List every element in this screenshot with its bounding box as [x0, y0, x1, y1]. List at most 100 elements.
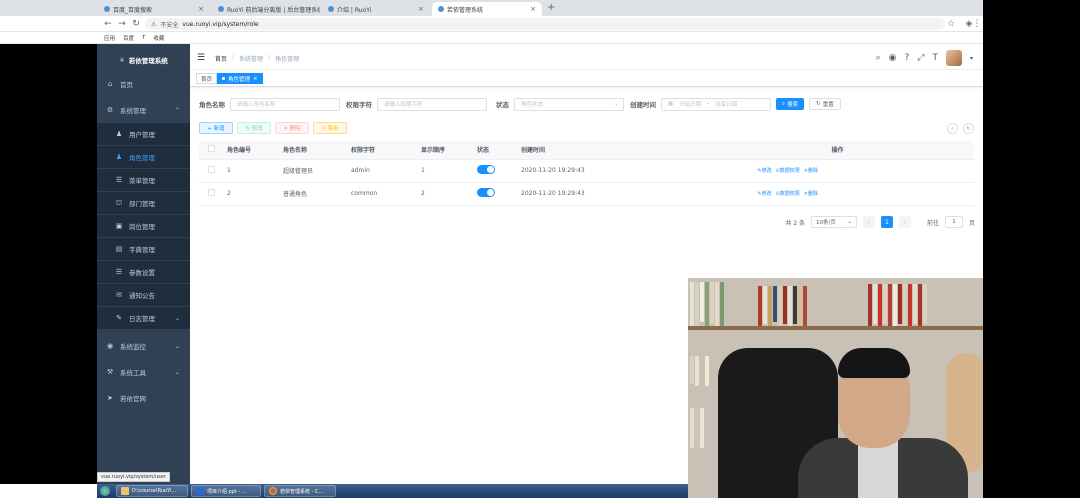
home-icon: ⌂ — [107, 80, 113, 88]
page-size-select[interactable]: 10条/页 ⌄ — [810, 216, 857, 228]
sidebar-item-user[interactable]: ♟ 用户管理 — [97, 123, 190, 145]
bookshelf — [868, 284, 927, 326]
chevron-down-icon: ⌄ — [174, 342, 180, 350]
search-button[interactable]: ⌕ 搜索 — [776, 98, 805, 110]
tool-icon: ⚒ — [106, 368, 114, 376]
message-icon: ✉ — [116, 291, 122, 299]
log-icon: ✎ — [116, 314, 122, 322]
sidebar-item-tool[interactable]: ⚒ 系统工具 ⌄ — [97, 361, 190, 383]
taskbar-item-ppt[interactable]: 项目介绍.ppt - ... — [191, 485, 261, 497]
close-icon[interactable]: × — [530, 5, 536, 13]
forward-icon[interactable]: → — [115, 19, 129, 29]
table-header: 角色编号 角色名称 权限字符 显示顺序 状态 创建时间 操作 — [199, 141, 974, 160]
favicon-icon — [438, 6, 444, 12]
table-row: 2 普通角色 common 2 2020-11-20 19:29:43 ✎修改 ⊙… — [199, 182, 974, 206]
close-icon[interactable]: × — [198, 5, 204, 13]
folder-icon — [121, 487, 129, 495]
bookmark-item[interactable]: 收藏 — [153, 34, 164, 42]
dict-icon: ▤ — [115, 245, 123, 253]
gear-icon: ⚙ — [106, 106, 114, 114]
sidebar-item-notice[interactable]: ✉ 通知公告 — [97, 284, 190, 306]
search-icon[interactable]: ⌕ — [876, 53, 881, 63]
start-button[interactable] — [97, 484, 113, 498]
refresh-icon[interactable]: ↻ — [963, 123, 974, 134]
search-toggle-icon[interactable]: ⌕ — [947, 123, 958, 134]
browser-tab-active[interactable]: 若依管理系统 × — [432, 2, 542, 16]
sidebar-item-config[interactable]: ☰ 参数设置 — [97, 261, 190, 283]
bookmark-item[interactable]: T — [142, 35, 145, 41]
bookmarks-bar: 应用 百度 T 收藏 — [0, 32, 1080, 44]
goto-page-input[interactable]: 1 — [944, 216, 963, 228]
question-icon[interactable]: ? — [905, 53, 910, 63]
back-icon[interactable]: ← — [101, 19, 115, 29]
close-icon[interactable]: × — [418, 5, 424, 13]
row-delete-button[interactable]: ✕删除 — [804, 191, 818, 197]
monitor-icon: ◉ — [106, 342, 114, 350]
browser-tab[interactable]: 百度_百度搜索 × — [98, 2, 210, 16]
logo[interactable]: ❦ 若依管理系统 — [97, 52, 190, 68]
edit-button[interactable]: ✎ 修改 — [237, 122, 271, 134]
browser-tab[interactable]: RuoYi 前后端分离版 | 后台管理系统× — [212, 2, 320, 16]
close-icon[interactable]: × — [253, 76, 258, 82]
chevron-down-icon: ⌄ — [174, 368, 180, 376]
sidebar: ❦ 若依管理系统 ⌂ 首页 ⚙ 系统管理 ⌃ ♟ 用户管理 ♟ 角色管理 ☰ 菜单管理 ⛫ 部… — [97, 44, 190, 484]
export-button[interactable]: ⇩ 导出 — [313, 122, 347, 134]
size-icon[interactable]: T — [932, 53, 938, 63]
reset-button[interactable]: ↻ 重置 — [809, 98, 841, 110]
breadcrumb-home[interactable]: 首页 — [215, 54, 227, 63]
star-icon[interactable]: ☆ — [944, 19, 958, 29]
sidebar-item-home[interactable]: ⌂ 首页 — [97, 73, 190, 95]
windows-logo-icon — [100, 486, 110, 496]
sidebar-item-dict[interactable]: ▤ 字典管理 — [97, 238, 190, 260]
sidebar-item-menu[interactable]: ☰ 菜单管理 — [97, 169, 190, 191]
browser-tab-strip: 百度_百度搜索× RuoYi 前后端分离版 | 后台管理系统× 介绍 | Ruo… — [0, 0, 1080, 16]
role-name-input[interactable]: 请输入角色名称 — [230, 97, 340, 111]
taskbar-item-chrome[interactable]: 若依管理系统 - C... — [264, 485, 336, 497]
sidebar-item-role[interactable]: ♟ 角色管理 — [97, 146, 190, 168]
row-data-scope-button[interactable]: ⊙数据权限 — [776, 168, 800, 174]
sidebar-item-post[interactable]: ▣ 岗位管理 — [97, 215, 190, 237]
tag-role-active[interactable]: 角色管理 × — [217, 73, 263, 84]
avatar[interactable] — [945, 50, 962, 66]
row-data-scope-button[interactable]: ⊙数据权限 — [776, 191, 800, 197]
edit-icon: ☰ — [115, 268, 123, 276]
caret-down-icon[interactable]: ▾ — [970, 55, 973, 62]
row-delete-button[interactable]: ✕删除 — [804, 168, 818, 174]
reload-icon[interactable]: ↻ — [129, 19, 143, 29]
bookmark-item[interactable]: 百度 — [123, 34, 134, 42]
sidebar-item-website[interactable]: ➤ 若依官网 — [97, 387, 190, 409]
sidebar-item-dept[interactable]: ⛫ 部门管理 — [97, 192, 190, 214]
role-key-input[interactable]: 请输入权限字符 — [377, 97, 487, 111]
status-url: vue.ruoyi.vip/system/user — [97, 472, 170, 482]
sidebar-item-monitor[interactable]: ◉ 系统监控 ⌄ — [97, 335, 190, 357]
add-button[interactable]: + 新增 — [199, 122, 233, 134]
bookmark-item[interactable]: 应用 — [104, 34, 115, 42]
peoples-icon: ♟ — [115, 153, 123, 161]
github-icon[interactable]: ◉ — [889, 53, 897, 63]
navbar-right: ⌕ ◉ ? ⤢ T ▾ — [876, 50, 973, 66]
tag-home[interactable]: 首页 — [196, 73, 218, 84]
sidebar-item-system[interactable]: ⚙ 系统管理 ⌃ — [97, 99, 190, 121]
row-checkbox[interactable] — [208, 166, 215, 173]
next-page-button[interactable]: › — [898, 216, 911, 228]
logo-icon: ❦ — [119, 56, 125, 64]
taskbar-item-explorer[interactable]: D:\course\RuoYi... — [116, 485, 188, 497]
row-edit-button[interactable]: ✎修改 — [757, 168, 771, 174]
status-switch[interactable] — [477, 165, 495, 174]
date-range-picker[interactable]: ▦ 开始日期 - 结束日期 — [661, 97, 771, 111]
row-edit-button[interactable]: ✎修改 — [757, 191, 771, 197]
fullscreen-icon[interactable]: ⤢ — [917, 53, 924, 63]
page-number-current[interactable]: 1 — [880, 216, 893, 228]
address-bar[interactable]: ⚠ 不安全 vue.ruoyi.vip/system/role — [145, 18, 945, 30]
new-tab-button[interactable]: + — [547, 2, 555, 13]
status-select[interactable]: 角色状态 ⌄ — [514, 97, 624, 111]
select-all-checkbox[interactable] — [208, 145, 215, 153]
browser-tab[interactable]: 介绍 | RuoYi × — [322, 2, 430, 16]
menu-dots-icon[interactable]: ⋮ — [970, 19, 984, 29]
row-checkbox[interactable] — [208, 189, 215, 196]
prev-page-button[interactable]: ‹ — [862, 216, 875, 228]
sidebar-item-log[interactable]: ✎ 日志管理 ⌄ — [97, 307, 190, 329]
hamburger-icon[interactable]: ☰ — [197, 53, 205, 63]
status-switch[interactable] — [477, 188, 495, 197]
delete-button[interactable]: ✕ 删除 — [275, 122, 309, 134]
